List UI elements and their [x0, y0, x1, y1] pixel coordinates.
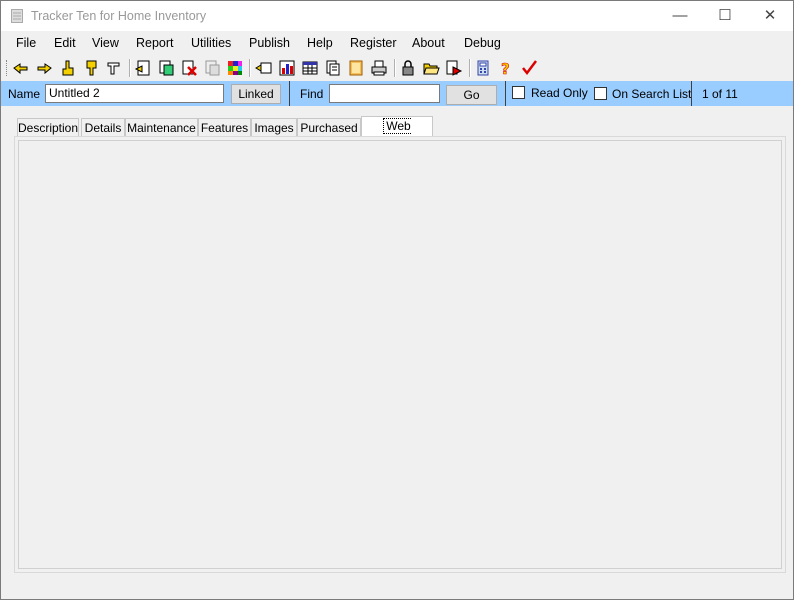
- menu-publish[interactable]: Publish: [249, 36, 290, 50]
- go-button[interactable]: Go: [446, 85, 497, 105]
- tab-label: Purchased: [300, 121, 358, 135]
- on-search-list-label: On Search List: [612, 87, 692, 101]
- last-record-icon[interactable]: [105, 59, 123, 77]
- close-button[interactable]: ✕: [747, 1, 793, 31]
- calculator-icon[interactable]: [474, 59, 492, 77]
- menu-utilities[interactable]: Utilities: [191, 36, 231, 50]
- menu-report[interactable]: Report: [136, 36, 174, 50]
- menu-edit[interactable]: Edit: [54, 36, 76, 50]
- menu-view[interactable]: View: [92, 36, 119, 50]
- tab-label: Maintenance: [127, 121, 196, 135]
- goto-icon[interactable]: [255, 59, 273, 77]
- grid-view-icon[interactable]: [301, 59, 319, 77]
- linked-button[interactable]: Linked: [231, 84, 281, 104]
- list-view-icon[interactable]: [324, 59, 342, 77]
- menu-register[interactable]: Register: [350, 36, 397, 50]
- new-record-icon[interactable]: [134, 59, 152, 77]
- tab-features[interactable]: Features: [198, 118, 251, 136]
- toolbar-separator: [394, 59, 396, 77]
- lock-icon[interactable]: [399, 59, 417, 77]
- tab-content-panel: [14, 136, 786, 573]
- toolbar: ?: [1, 56, 793, 80]
- toolbar-separator: [249, 59, 251, 77]
- image-icon[interactable]: [347, 59, 365, 77]
- record-search-bar: Name Untitled 2 Linked Find Go Read Only…: [1, 81, 793, 106]
- menu-help[interactable]: Help: [307, 36, 333, 50]
- app-window: Tracker Ten for Home Inventory — ☐ ✕ Fil…: [0, 0, 794, 600]
- edit-record-icon[interactable]: [59, 59, 77, 77]
- menu-file[interactable]: File: [16, 36, 36, 50]
- tab-purchased[interactable]: Purchased: [297, 118, 361, 136]
- export-icon[interactable]: [445, 59, 463, 77]
- toolbar-grip[interactable]: [6, 60, 9, 76]
- tab-label: Features: [200, 121, 249, 135]
- delete-record-icon[interactable]: [180, 59, 198, 77]
- next-record-icon[interactable]: [82, 59, 100, 77]
- menu-bar: File Edit View Report Utilities Publish …: [1, 32, 793, 54]
- tab-web-search[interactable]: Web Search: [361, 116, 433, 152]
- menu-about[interactable]: About: [412, 36, 445, 50]
- open-folder-icon[interactable]: [422, 59, 440, 77]
- record-position: 1 of 11: [702, 87, 738, 101]
- name-label: Name: [8, 87, 41, 101]
- search-separator: [289, 81, 290, 106]
- name-input[interactable]: Untitled 2: [45, 84, 224, 103]
- tab-images[interactable]: Images: [251, 118, 297, 136]
- title-bar: Tracker Ten for Home Inventory — ☐ ✕: [1, 1, 793, 31]
- read-only-label: Read Only: [531, 86, 588, 100]
- menu-debug[interactable]: Debug: [464, 36, 501, 50]
- tab-label: Details: [84, 121, 122, 135]
- find-label: Find: [300, 87, 324, 101]
- tab-description[interactable]: Description: [17, 118, 79, 136]
- search-separator: [505, 81, 506, 106]
- color-picker-icon[interactable]: [226, 59, 244, 77]
- window-title: Tracker Ten for Home Inventory: [31, 9, 207, 23]
- tab-details[interactable]: Details: [81, 118, 125, 136]
- spellcheck-icon[interactable]: [520, 59, 538, 77]
- app-icon: [11, 9, 23, 23]
- first-record-icon[interactable]: [12, 59, 30, 77]
- tab-label: Images: [254, 121, 294, 135]
- blank-record-icon[interactable]: [203, 59, 221, 77]
- find-input[interactable]: [329, 84, 440, 103]
- tab-maintenance[interactable]: Maintenance: [125, 118, 198, 136]
- svg-text:?: ?: [501, 60, 510, 77]
- minimize-button[interactable]: —: [657, 1, 703, 31]
- maximize-button[interactable]: ☐: [702, 1, 748, 31]
- web-search-content: [18, 140, 782, 569]
- read-only-checkbox[interactable]: [512, 86, 525, 99]
- search-separator: [691, 81, 692, 106]
- copy-record-icon[interactable]: [157, 59, 175, 77]
- tab-label: Description: [18, 121, 79, 135]
- help-icon[interactable]: ?: [497, 59, 515, 77]
- previous-record-icon[interactable]: [35, 59, 53, 77]
- on-search-list-checkbox[interactable]: [594, 87, 607, 100]
- print-icon[interactable]: [370, 59, 388, 77]
- toolbar-separator: [469, 59, 471, 77]
- chart-icon[interactable]: [278, 59, 296, 77]
- toolbar-separator: [129, 59, 131, 77]
